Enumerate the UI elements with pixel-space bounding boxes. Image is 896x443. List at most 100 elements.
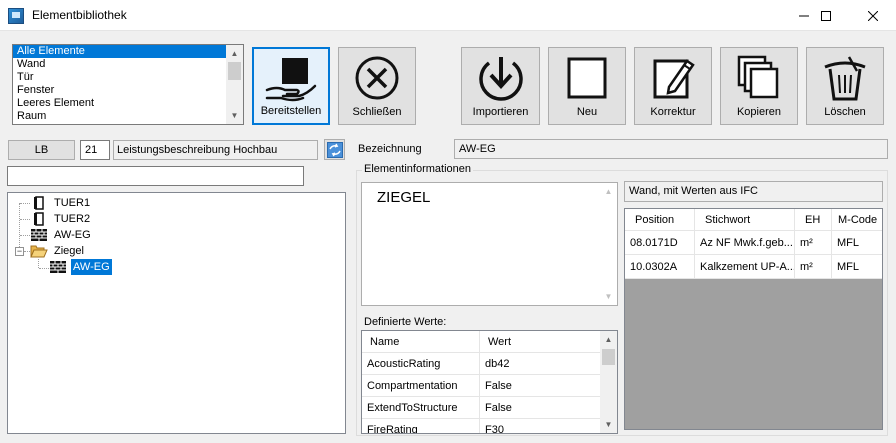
table-cell: MFL	[832, 231, 882, 255]
table-cell: m²	[795, 255, 832, 279]
positions-table[interactable]: Position Stichwort EH M-Code 08.0171D Az…	[624, 208, 883, 430]
new-document-icon	[567, 57, 607, 99]
list-item[interactable]: Leeres Element	[13, 97, 226, 110]
table-row[interactable]: ExtendToStructure False	[362, 397, 602, 419]
table-cell: Az NF Mwk.f.geb...	[695, 231, 795, 255]
close-icon	[868, 10, 878, 21]
hand-provide-icon	[265, 58, 317, 102]
column-header[interactable]: Position	[625, 209, 695, 231]
table-cell: Compartmentation	[362, 375, 480, 396]
scroll-up-icon[interactable]: ▲	[226, 45, 243, 62]
importieren-label: Importieren	[472, 106, 529, 118]
table-cell: 10.0302A	[625, 255, 695, 279]
column-header[interactable]: Name	[362, 331, 480, 352]
open-folder-icon	[30, 244, 48, 258]
tree-item-selected[interactable]: AW-EG	[49, 259, 112, 275]
scroll-down-icon[interactable]: ▼	[600, 288, 617, 305]
table-row[interactable]: 10.0302A Kalkzement UP-A... m² MFL	[625, 255, 882, 279]
column-header[interactable]: Stichwort	[695, 209, 795, 231]
tree-item-label: AW-EG	[54, 229, 91, 241]
loeschen-label: Löschen	[824, 106, 866, 118]
table-scrollbar[interactable]: ▲ ▼	[600, 331, 617, 433]
list-item[interactable]: Raum	[13, 110, 226, 123]
lb-button[interactable]: LB	[8, 140, 75, 160]
table-cell: False	[480, 397, 602, 418]
table-cell: AcousticRating	[362, 353, 480, 374]
table-cell: False	[480, 375, 602, 396]
collapse-toggle[interactable]: −	[15, 247, 24, 256]
door-icon	[30, 196, 48, 210]
table-cell: F30	[480, 419, 602, 433]
kopieren-label: Kopieren	[736, 106, 782, 118]
table-row[interactable]: 08.0171D Az NF Mwk.f.geb... m² MFL	[625, 231, 882, 255]
window-title: Elementbibliothek	[32, 8, 127, 22]
refresh-button[interactable]	[324, 139, 345, 160]
bezeichnung-label: Bezeichnung	[358, 143, 422, 155]
tree-item[interactable]: TUER1	[30, 195, 92, 211]
column-header[interactable]: Wert	[480, 331, 602, 352]
tree-item[interactable]: TUER2	[30, 211, 92, 227]
scroll-thumb[interactable]	[228, 62, 241, 80]
table-cell: FireRating	[362, 419, 480, 433]
table-cell: m²	[795, 231, 832, 255]
brick-wall-icon	[49, 260, 67, 274]
brick-wall-icon	[30, 228, 48, 242]
column-header[interactable]: M-Code	[832, 209, 882, 231]
bezeichnung-field: AW-EG	[454, 139, 888, 159]
definierte-werte-label: Definierte Werte:	[364, 316, 447, 328]
korrektur-button[interactable]: Korrektur	[634, 47, 712, 125]
schliessen-button[interactable]: Schließen	[338, 47, 416, 125]
tree-item-label: AW-EG	[71, 259, 112, 275]
tree-item[interactable]: AW-EG	[30, 227, 93, 243]
element-type-list[interactable]: Alle Elemente Wand Tür Fenster Leeres El…	[12, 44, 244, 125]
table-header: Name Wert	[362, 331, 602, 353]
scroll-thumb[interactable]	[602, 349, 615, 365]
title-bar: Elementbibliothek	[0, 0, 896, 31]
table-cell: MFL	[832, 255, 882, 279]
bereitstellen-label: Bereitstellen	[260, 105, 322, 117]
table-cell: 08.0171D	[625, 231, 695, 255]
door-icon	[30, 212, 48, 226]
lb-number-field[interactable]: 21	[80, 140, 110, 160]
scroll-up-icon[interactable]: ▲	[600, 331, 617, 348]
loeschen-button[interactable]: Löschen	[806, 47, 884, 125]
definierte-werte-table[interactable]: Name Wert AcousticRating db42 Compartmen…	[361, 330, 618, 434]
close-window-button[interactable]	[850, 0, 896, 31]
tree-item-label: Ziegel	[54, 245, 84, 257]
table-row[interactable]: Compartmentation False	[362, 375, 602, 397]
table-header: Position Stichwort EH M-Code	[625, 209, 882, 231]
element-tree[interactable]: − TUER1 TUER2 AW-EG Ziegel AW-EG	[7, 192, 346, 434]
korrektur-label: Korrektur	[650, 106, 696, 118]
bereitstellen-button[interactable]: Bereitstellen	[252, 47, 330, 125]
table-row[interactable]: FireRating F30	[362, 419, 602, 433]
scroll-down-icon[interactable]: ▼	[600, 416, 617, 433]
list-item[interactable]: Tür	[13, 71, 226, 84]
list-scrollbar[interactable]: ▲ ▼	[226, 45, 243, 124]
importieren-button[interactable]: Importieren	[461, 47, 540, 125]
scroll-down-icon[interactable]: ▼	[226, 107, 243, 124]
refresh-icon	[326, 141, 343, 158]
element-info-textbox[interactable]: ZIEGEL ▲ ▼	[361, 182, 618, 306]
edit-pencil-icon	[653, 59, 695, 99]
info-scrollbar[interactable]: ▲ ▼	[600, 183, 617, 305]
neu-button[interactable]: Neu	[548, 47, 626, 125]
column-header[interactable]: EH	[795, 209, 832, 231]
tree-item-label: TUER1	[54, 197, 91, 209]
app-icon	[8, 8, 24, 24]
group-title: Elementinformationen	[362, 163, 474, 175]
schliessen-label: Schließen	[352, 106, 402, 118]
lb-description-field: Leistungsbeschreibung Hochbau	[113, 140, 318, 160]
maximize-button[interactable]	[803, 0, 849, 31]
trash-icon	[824, 56, 866, 101]
ifc-source-field: Wand, mit Werten aus IFC	[624, 181, 883, 202]
list-item[interactable]: Wand	[13, 58, 226, 71]
tree-item-folder[interactable]: Ziegel	[30, 243, 86, 259]
scroll-up-icon[interactable]: ▲	[600, 183, 617, 200]
list-item[interactable]: Alle Elemente	[13, 45, 226, 58]
neu-label: Neu	[576, 106, 598, 118]
kopieren-button[interactable]: Kopieren	[720, 47, 798, 125]
table-row[interactable]: AcousticRating db42	[362, 353, 602, 375]
tree-item-label: TUER2	[54, 213, 91, 225]
tree-filter-input[interactable]	[7, 166, 304, 186]
list-item[interactable]: Fenster	[13, 84, 226, 97]
